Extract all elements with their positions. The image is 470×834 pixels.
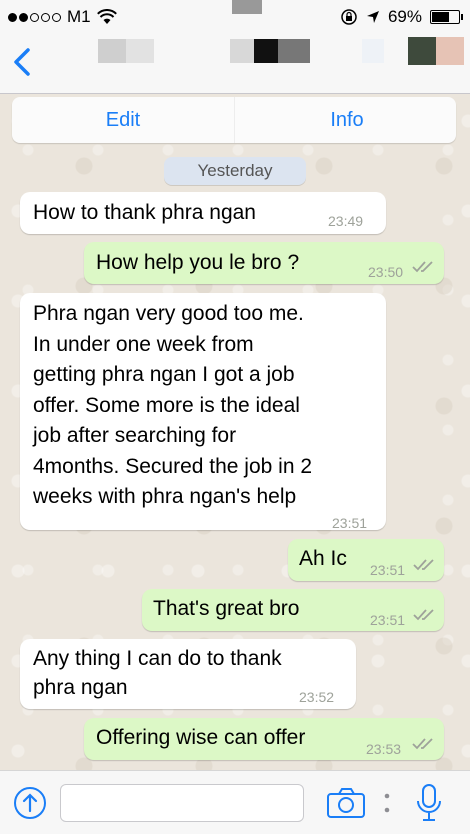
message-bubble-outgoing[interactable]: Ah Ic 23:51 <box>288 539 444 581</box>
read-receipt-icon <box>412 738 433 750</box>
message-bubble-outgoing[interactable]: That's great bro 23:51 <box>142 589 444 631</box>
redacted-block <box>362 39 384 63</box>
message-text: Offering wise can offer <box>96 726 306 749</box>
signal-strength-icon <box>8 12 61 22</box>
message-line: job after searching for <box>33 424 237 447</box>
chevron-left-icon[interactable] <box>8 44 38 80</box>
status-left: M1 <box>8 7 117 27</box>
message-line: weeks with phra ngan's help <box>33 485 297 508</box>
message-bubble-incoming[interactable]: Phra ngan very good too me. In under one… <box>20 293 386 531</box>
more-dots-icon[interactable] <box>383 789 391 817</box>
message-text: Ah Ic <box>299 547 347 570</box>
contact-name-redacted[interactable] <box>98 39 154 63</box>
navigation-bar <box>0 0 470 94</box>
read-receipt-icon <box>412 261 433 273</box>
message-line: In under one week from <box>33 332 254 356</box>
message-line: getting phra ngan I got a job <box>33 363 295 386</box>
message-time: 23:51 <box>370 562 406 578</box>
redacted-block-top <box>232 0 262 14</box>
read-receipt-icon <box>413 559 434 571</box>
message-bubble-incoming[interactable]: Any thing I can do to thank phra ngan 23… <box>20 639 356 709</box>
message-time: 23:50 <box>368 264 404 280</box>
edit-button[interactable]: Edit <box>18 97 228 143</box>
avatar[interactable] <box>408 37 464 65</box>
microphone-icon[interactable] <box>414 783 444 823</box>
message-bubble-outgoing[interactable]: Offering wise can offer 23:53 <box>84 718 444 760</box>
message-input-bar <box>0 770 470 834</box>
status-right: 69% <box>340 7 463 27</box>
carrier-name: M1 <box>67 7 91 26</box>
message-line: Any thing I can do to thank <box>33 647 282 670</box>
rotation-lock-icon <box>341 9 357 25</box>
date-separator: Yesterday <box>164 157 306 185</box>
chat-actions: Edit Info <box>12 97 456 143</box>
chat-area[interactable]: Edit Info Yesterday How to thank phra ng… <box>0 94 470 770</box>
message-text: How help you le bro ? <box>96 251 300 274</box>
message-bubble-outgoing[interactable]: How help you le bro ? 23:50 <box>84 242 444 284</box>
message-time: 23:53 <box>366 741 402 757</box>
message-input[interactable] <box>60 784 304 822</box>
divider <box>234 97 235 143</box>
message-time: 23:52 <box>299 689 335 705</box>
message-time: 23:51 <box>332 515 368 531</box>
battery-icon <box>430 10 463 24</box>
message-line: Phra ngan very good too me. <box>33 302 304 325</box>
message-bubble-incoming[interactable]: How to thank phra ngan 23:49 <box>20 192 386 234</box>
message-line: offer. Some more is the ideal <box>33 393 300 417</box>
contact-status-redacted <box>230 39 310 63</box>
upload-icon[interactable] <box>12 785 48 821</box>
camera-icon[interactable] <box>326 787 366 819</box>
message-text: Any thing I can do to thank phra ngan <box>33 644 282 702</box>
message-time: 23:49 <box>328 213 364 229</box>
read-receipt-icon <box>413 609 434 621</box>
wifi-icon <box>96 9 117 24</box>
message-text: That's great bro <box>153 597 300 620</box>
message-line: phra ngan <box>33 676 128 699</box>
message-text: Phra ngan very good too me. In under one… <box>33 299 383 513</box>
message-time: 23:51 <box>370 612 406 628</box>
location-arrow-icon <box>366 11 379 23</box>
battery-percentage: 69% <box>387 7 422 26</box>
message-line: 4months. Secured the job in 2 <box>33 454 313 478</box>
message-text: How to thank phra ngan <box>33 201 256 224</box>
info-button[interactable]: Info <box>242 97 452 143</box>
